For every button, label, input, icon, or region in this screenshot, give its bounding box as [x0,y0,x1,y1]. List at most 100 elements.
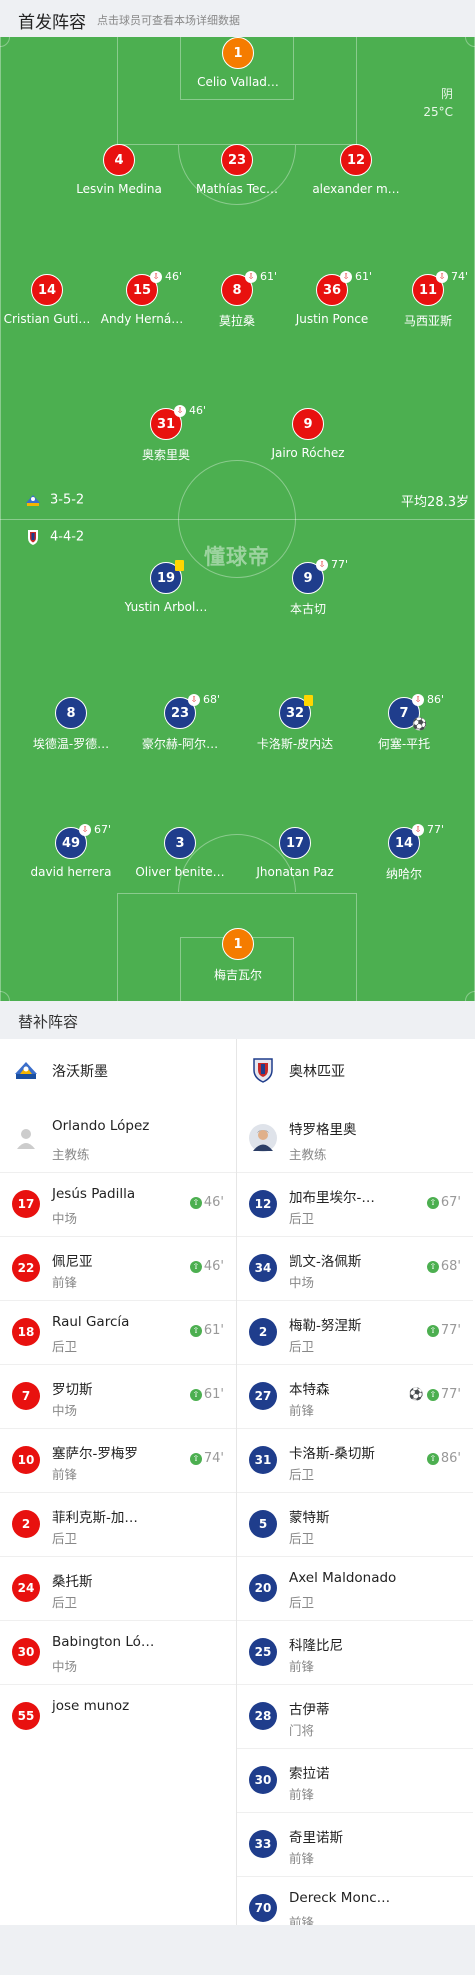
player-name: Oliver benite… [135,865,225,879]
sub-in-icon: ⇧ [189,1324,202,1337]
sub-row[interactable]: 55 jose munoz [0,1685,236,1748]
sub-name: Babington Ló… [52,1634,155,1650]
sub-number: 2 [249,1318,277,1346]
home-team-row[interactable]: 洛沃斯墨 [0,1039,236,1102]
sub-number: 70 [249,1894,277,1922]
sub-in-minute: 68' [440,1259,461,1274]
sub-position: 中场 [52,1659,78,1674]
home-formation: 3-5-2 [24,491,84,509]
sub-row[interactable]: 18 Raul García 后卫 ⇧ 61' [0,1301,236,1365]
sub-in-minute: 67' [440,1195,461,1210]
sub-number: 7 [12,1382,40,1410]
sub-row[interactable]: 24 桑托斯 后卫 [0,1557,236,1621]
sub-number: 10 [12,1446,40,1474]
sub-row[interactable]: 27 本特森 前锋 ⚽ ⇧ 77' [237,1365,473,1429]
home-team-name: 洛沃斯墨 [52,1064,108,1080]
sub-minute: 68' [203,693,221,706]
yellow-card-icon [304,695,313,706]
sub-out-icon: ⇩ [245,271,257,283]
sub-in-time: ⇧ 77' [426,1323,461,1338]
sub-name: Dereck Monc… [289,1890,391,1906]
sub-row[interactable]: 12 加布里埃尔-… 后卫 ⇧ 67' [237,1173,473,1237]
sub-name: Raul García [52,1314,130,1330]
player-name: 纳哈尔 [385,867,422,881]
sub-in-icon: ⇧ [189,1388,202,1401]
sub-position: 后卫 [289,1339,315,1354]
coach-role: 主教练 [52,1147,90,1162]
sub-row[interactable]: 31 卡洛斯-桑切斯 后卫 ⇧ 86' [237,1429,473,1493]
sub-in-time: ⇧ 61' [189,1387,224,1402]
sub-minute: 86' [427,693,445,706]
away-coach-row[interactable]: 特罗格里奥 主教练 [237,1102,473,1173]
away-team-name: 奥林匹亚 [289,1064,345,1080]
sub-row[interactable]: 30 索拉诺 前锋 [237,1749,473,1813]
away-formation: 4-4-2 [24,528,84,546]
sub-row[interactable]: 5 蒙特斯 后卫 [237,1493,473,1557]
sub-in-time: ⚽ ⇧ 77' [409,1387,461,1402]
sub-row[interactable]: 20 Axel Maldonado 后卫 [237,1557,473,1621]
sub-name: 卡洛斯-桑切斯 [289,1446,375,1462]
sub-row[interactable]: 22 佩尼亚 前锋 ⇧ 46' [0,1237,236,1301]
player-name: Mathías Tec… [195,182,279,196]
sub-out-indicator: ⇩ 46' [150,270,182,283]
sub-in-minute: 61' [203,1323,224,1338]
sub-number: 30 [12,1638,40,1666]
sub-number: 12 [249,1190,277,1218]
sub-row[interactable]: 10 塞萨尔-罗梅罗 前锋 ⇧ 74' [0,1429,236,1493]
player-name: 埃德温-罗德… [32,737,110,751]
player-number: 9 [292,408,324,440]
page-bottom [0,1925,475,1975]
goal-ball-icon: ⚽ [412,717,427,731]
sub-row[interactable]: 7 罗切斯 中场 ⇧ 61' [0,1365,236,1429]
sub-minute: 77' [331,558,349,571]
sub-row[interactable]: 2 梅勒-努涅斯 后卫 ⇧ 77' [237,1301,473,1365]
player-name: alexander m… [312,182,400,196]
player-name: 本古切 [289,602,326,616]
coach-name: 特罗格里奥 [289,1122,357,1138]
sub-row[interactable]: 34 凯文-洛佩斯 中场 ⇧ 68' [237,1237,473,1301]
substitutes-panel: 洛沃斯墨 Orlando López 主教练 17 Jesús Padilla … [0,1039,475,1930]
sub-minute: 77' [427,823,445,836]
sub-in-minute: 77' [440,1387,461,1402]
player-name: 马西亚斯 [403,314,452,328]
coach-name: Orlando López [52,1118,150,1134]
sub-in-time: ⇧ 86' [426,1451,461,1466]
lineup-header: 首发阵容 点击球员可查看本场详细数据 [0,0,475,37]
player-name: 何塞-平托 [377,737,431,751]
sub-row[interactable]: 33 奇里诺斯 前锋 [237,1813,473,1877]
sub-out-indicator: ⇩ 74' [436,270,468,283]
sub-number: 34 [249,1254,277,1282]
sub-position: 后卫 [289,1595,315,1610]
sub-row[interactable]: 30 Babington Ló… 中场 [0,1621,236,1685]
home-coach-row[interactable]: Orlando López 主教练 [0,1102,236,1173]
player-name: 奥索里奥 [141,448,190,462]
sub-number: 27 [249,1382,277,1410]
sub-name: 蒙特斯 [289,1510,330,1526]
sub-out-indicator: ⇩ 61' [245,270,277,283]
sub-number: 5 [249,1510,277,1538]
away-team-row[interactable]: 奥林匹亚 [237,1039,473,1102]
player-number: 12 [340,144,372,176]
player-number: 1 [222,928,254,960]
sub-out-indicator: ⇩ 77' [412,823,444,836]
sub-name: 罗切斯 [52,1382,93,1398]
sub-in-time: ⇧ 74' [189,1451,224,1466]
sub-in-time: ⇧ 67' [426,1195,461,1210]
average-age: 平均28.3岁 [401,495,469,510]
sub-row[interactable]: 25 科隆比尼 前锋 [237,1621,473,1685]
home-subs-column: 洛沃斯墨 Orlando López 主教练 17 Jesús Padilla … [0,1039,236,1748]
sub-position: 前锋 [52,1467,78,1482]
sub-row[interactable]: 28 古伊蒂 门将 [237,1685,473,1749]
sub-in-icon: ⇧ [426,1452,439,1465]
sub-row[interactable]: 17 Jesús Padilla 中场 ⇧ 46' [0,1173,236,1237]
sub-row[interactable]: 2 菲利克斯-加… 后卫 [0,1493,236,1557]
player-name: Yustin Arbol… [124,600,208,614]
sub-out-icon: ⇩ [436,271,448,283]
sub-number: 24 [12,1574,40,1602]
player-name: 梅吉瓦尔 [213,968,262,982]
sub-minute: 46' [165,270,183,283]
pitch: 阴 25°C 懂球帝 3-5-2 4-4-2 平均28.3岁 1 Celio V… [0,37,475,1001]
away-formation-text: 4-4-2 [50,529,85,545]
sub-in-time: ⇧ 61' [189,1323,224,1338]
sub-in-minute: 86' [440,1451,461,1466]
